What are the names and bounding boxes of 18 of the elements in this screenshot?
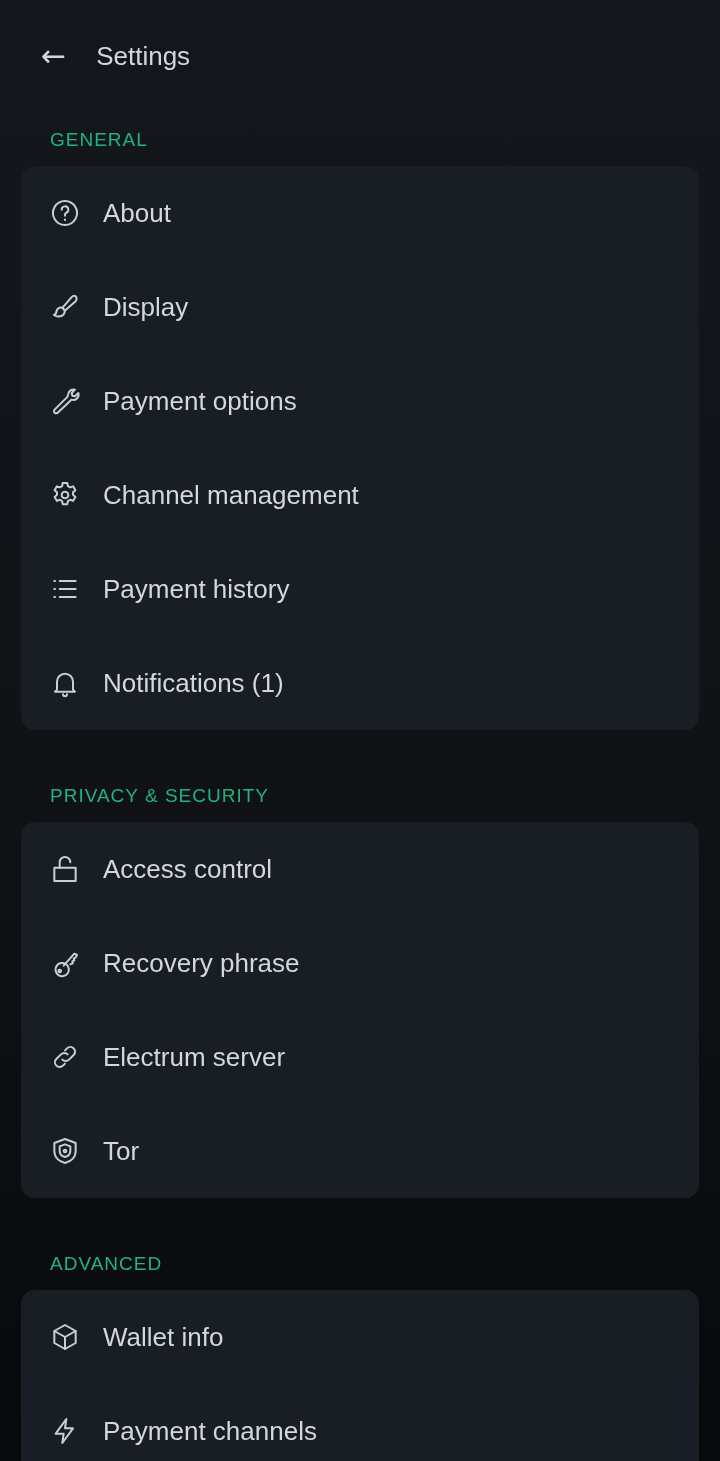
- section-title: PRIVACY & SECURITY: [49, 784, 270, 808]
- back-button[interactable]: ←: [41, 41, 67, 71]
- page-title: Settings: [96, 40, 191, 72]
- settings-item[interactable]: Payment history: [21, 542, 699, 636]
- settings-item[interactable]: About: [21, 166, 699, 260]
- settings-item[interactable]: Payment channels: [21, 1384, 699, 1461]
- section-title: GENERAL: [49, 128, 149, 152]
- settings-item[interactable]: Notifications (1): [21, 636, 699, 730]
- settings-item[interactable]: Recovery phrase: [21, 916, 699, 1010]
- settings-item[interactable]: Display: [21, 260, 699, 354]
- settings-item[interactable]: Tor: [21, 1104, 699, 1198]
- question-icon: [49, 197, 81, 229]
- settings-item[interactable]: Wallet info: [21, 1290, 699, 1384]
- settings-item[interactable]: Channel management: [21, 448, 699, 542]
- settings-item[interactable]: Electrum server: [21, 1010, 699, 1104]
- settings-item[interactable]: Payment options: [21, 354, 699, 448]
- section-title: ADVANCED: [49, 1252, 164, 1276]
- settings-item[interactable]: Access control: [21, 822, 699, 916]
